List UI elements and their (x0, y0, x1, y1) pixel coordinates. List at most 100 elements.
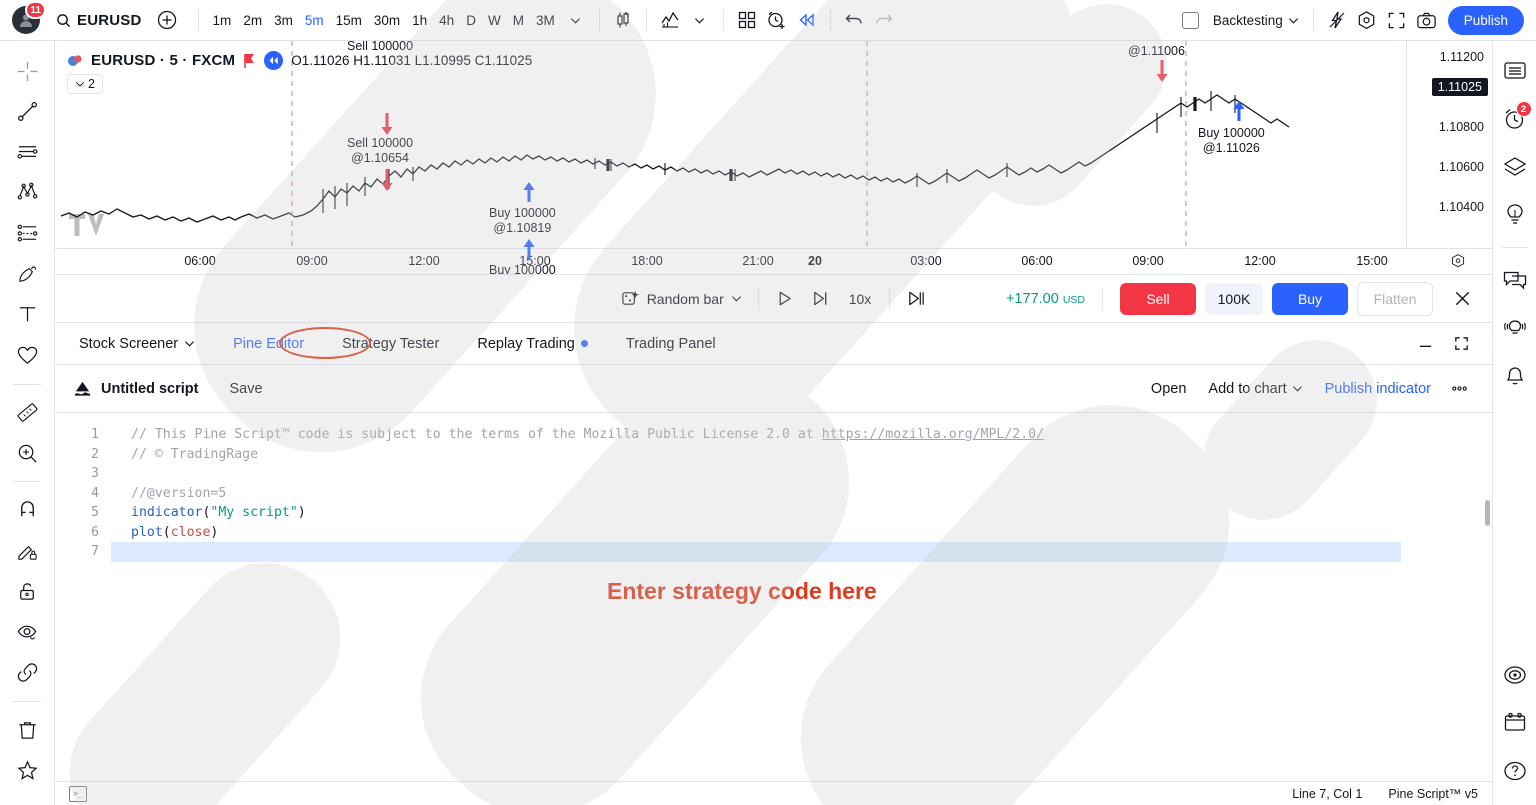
quantity-button[interactable]: 100K (1205, 282, 1263, 315)
chart-type-button[interactable] (608, 6, 638, 34)
alerts-panel-button[interactable]: 2 (1497, 101, 1533, 137)
close-replay-bar-button[interactable] (1446, 283, 1478, 315)
code-line-6[interactable]: plot(close) (111, 523, 1492, 543)
tab-trading-panel[interactable]: Trading Panel (618, 330, 724, 358)
timeframe-30m[interactable]: 30m (368, 9, 406, 32)
timeframe-3m[interactable]: 3m (268, 9, 299, 32)
hide-drawings[interactable] (8, 616, 46, 649)
script-more-button[interactable] (1444, 375, 1474, 403)
help-panel-button[interactable] (1497, 753, 1533, 789)
snapshot-button[interactable] (1412, 6, 1442, 34)
ideas-panel-button[interactable] (1497, 657, 1533, 693)
code-line-4[interactable]: //@version=5 (111, 484, 1492, 504)
tab-strategy-tester[interactable]: Strategy Tester (334, 330, 447, 358)
terminal-toggle-button[interactable]: >_ (69, 785, 87, 802)
measure-tool[interactable] (8, 396, 46, 429)
magnet-mode[interactable] (8, 494, 46, 527)
fib-retracement-tool[interactable] (8, 217, 46, 250)
redo-button[interactable] (869, 6, 899, 34)
broadcast-panel-button[interactable] (1497, 310, 1533, 346)
tab-replay-trading[interactable]: Replay Trading (469, 330, 596, 358)
price-axis[interactable]: 1.11200 1.11025 1.10800 1.10600 1.10400 (1406, 41, 1492, 274)
buy-button[interactable]: Buy (1272, 282, 1348, 315)
replay-rewind-circle-icon[interactable] (264, 51, 284, 70)
indicator-count-chip[interactable]: 2 (67, 74, 103, 94)
replay-step-forward-button[interactable] (803, 284, 839, 314)
horizontal-lines-tool[interactable] (8, 136, 46, 169)
timeframe-15m[interactable]: 15m (330, 9, 368, 32)
code-line-3[interactable] (111, 464, 1492, 484)
text-tool[interactable] (8, 298, 46, 331)
replay-button[interactable] (792, 6, 822, 34)
indicators-chevron-button[interactable] (685, 6, 715, 34)
watchlist-icon (1503, 62, 1526, 79)
chart-settings-button[interactable] (1352, 6, 1382, 34)
patterns-tool[interactable] (8, 339, 46, 372)
timeframe-4h[interactable]: 4h (433, 9, 460, 32)
crosshair-tool[interactable] (8, 55, 46, 88)
zoom-tool[interactable] (8, 437, 46, 470)
code-line-7-active[interactable] (111, 542, 1401, 562)
maximize-panel-button[interactable] (1446, 330, 1476, 358)
replay-play-button[interactable] (767, 284, 803, 314)
minimize-panel-button[interactable] (1410, 330, 1440, 358)
tab-stock-screener[interactable]: Stock Screener (71, 330, 203, 358)
layout-button[interactable] (732, 6, 762, 34)
indicators-button[interactable] (655, 6, 685, 34)
tab-pine-editor[interactable]: Pine Editor (225, 330, 312, 358)
line-number: 7 (91, 544, 99, 559)
timeframe-2m[interactable]: 2m (237, 9, 268, 32)
watchlist-panel-button[interactable] (1497, 53, 1533, 89)
favorites-drawings[interactable] (8, 755, 46, 788)
code-line-1[interactable]: // This Pine Script™ code is subject to … (111, 425, 1492, 445)
backtesting-selector[interactable]: Backtesting (1207, 9, 1305, 32)
replay-mode-selector[interactable]: Random bar (613, 284, 750, 313)
editor-scrollbar[interactable] (1485, 500, 1490, 526)
calendar-panel-button[interactable] (1497, 705, 1533, 741)
timeframe-d[interactable]: D (460, 9, 482, 32)
open-script-button[interactable]: Open (1142, 376, 1195, 402)
chat-panel-button[interactable] (1497, 262, 1533, 298)
trend-line-tool[interactable] (8, 96, 46, 129)
code-line-2[interactable]: // © TradingRage (111, 445, 1492, 465)
symbol-search[interactable]: EURUSD (48, 8, 150, 33)
timeframe-w[interactable]: W (482, 9, 507, 32)
notifications-panel-button[interactable] (1497, 358, 1533, 394)
replay-speed-selector[interactable]: 10x (839, 286, 882, 312)
timeframe-3M[interactable]: 3M (530, 9, 561, 32)
avatar[interactable]: 11 (12, 1, 46, 34)
timeframe-5m[interactable]: 5m (299, 9, 330, 32)
script-name-button[interactable]: Untitled script (73, 379, 198, 398)
lock-drawings[interactable] (8, 575, 46, 608)
save-script-button[interactable]: Save (220, 376, 271, 402)
timeframe-1m[interactable]: 1m (207, 9, 238, 32)
code-line-5[interactable]: indicator("My script") (111, 503, 1492, 523)
data-window-panel-button[interactable] (1497, 149, 1533, 185)
calendar-icon (1504, 712, 1525, 731)
pitchfork-tool[interactable] (8, 177, 46, 210)
fullscreen-button[interactable] (1382, 6, 1412, 34)
stay-in-drawing-mode[interactable] (8, 535, 46, 568)
chart-area[interactable]: EURUSD · 5 · FXCM O1.11026 H1.11031 L1.1… (55, 41, 1492, 275)
timeframe-1h[interactable]: 1h (406, 9, 433, 32)
publish-indicator-button[interactable]: Publish indicator (1316, 376, 1440, 402)
alert-button[interactable] (762, 6, 792, 34)
timeframe-m[interactable]: M (507, 9, 530, 32)
time-axis-settings-button[interactable] (1450, 253, 1466, 274)
red-flag-icon[interactable] (243, 53, 256, 69)
remove-drawings[interactable] (8, 714, 46, 747)
add-to-chart-button[interactable]: Add to chart (1199, 376, 1311, 402)
replay-jump-to-end-button[interactable] (898, 284, 934, 314)
sync-drawings[interactable] (8, 657, 46, 690)
flatten-button[interactable]: Flatten (1357, 281, 1433, 316)
backtesting-checkbox[interactable] (1181, 11, 1199, 29)
timeframe-more-button[interactable] (561, 6, 591, 34)
quick-search-button[interactable] (1322, 6, 1352, 34)
time-axis[interactable]: 06:00 09:00 12:00 15:00 18:00 21:00 20 0… (55, 248, 1492, 274)
undo-button[interactable] (839, 6, 869, 34)
sell-button[interactable]: Sell (1120, 282, 1196, 315)
hotlist-panel-button[interactable] (1497, 197, 1533, 233)
brush-tool[interactable] (8, 258, 46, 291)
add-symbol-button[interactable] (154, 7, 180, 33)
publish-button[interactable]: Publish (1447, 5, 1524, 35)
